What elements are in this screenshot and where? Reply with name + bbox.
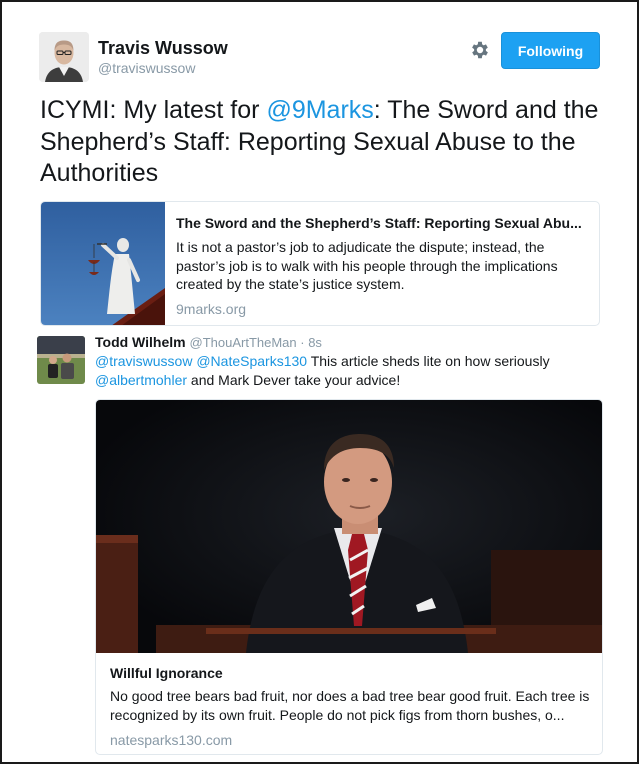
reply-author-name[interactable]: Todd Wilhelm [95, 334, 186, 350]
reply-text: @traviswussow @NateSparks130 This articl… [95, 352, 605, 390]
mention-9marks[interactable]: @9Marks [266, 96, 373, 124]
author-name[interactable]: Travis Wussow [98, 38, 228, 59]
author-handle[interactable]: @traviswussow [98, 60, 195, 76]
card-body: The Sword and the Shepherd’s Staff: Repo… [176, 214, 588, 317]
reply-author-handle[interactable]: @ThouArtTheMan [190, 335, 297, 350]
tweet-text: ICYMI: My latest for @9Marks: The Sword … [40, 95, 610, 190]
reply-separator: · [296, 335, 309, 350]
card-title[interactable]: The Sword and the Shepherd’s Staff: Repo… [176, 215, 588, 231]
mention-natesparks130[interactable]: @NateSparks130 [196, 353, 307, 369]
link-card-article[interactable]: The Sword and the Shepherd’s Staff: Repo… [40, 201, 600, 326]
card-description: It is not a pastor’s job to adjudicate t… [176, 239, 558, 292]
gear-icon[interactable] [469, 39, 491, 61]
mention-traviswussow[interactable]: @traviswussow [95, 353, 192, 369]
mention-albertmohler[interactable]: @albertmohler [95, 372, 187, 388]
tweet-embed: Travis Wussow @traviswussow Following IC… [0, 0, 639, 764]
reply-text-part1: This article sheds lite on how seriously [307, 353, 550, 369]
card-body: Willful Ignorance No good tree bears bad… [110, 665, 592, 748]
card-image-speaker[interactable] [96, 400, 602, 653]
reply-text-part2: and Mark Dever take your advice! [187, 372, 401, 388]
card-title[interactable]: Willful Ignorance [110, 665, 592, 681]
card-description: No good tree bears bad fruit, nor does a… [110, 688, 590, 723]
card-domain[interactable]: natesparks130.com [110, 732, 592, 748]
reply-header: Todd Wilhelm @ThouArtTheMan · 8s [95, 334, 322, 350]
card-thumbnail-justice-statue[interactable] [41, 202, 165, 325]
reply-avatar[interactable] [37, 336, 85, 384]
reply-timestamp[interactable]: 8s [308, 335, 322, 350]
following-button[interactable]: Following [501, 32, 600, 69]
card-domain[interactable]: 9marks.org [176, 301, 588, 317]
author-avatar[interactable] [39, 32, 89, 82]
tweet-text-prefix: ICYMI: My latest for [40, 96, 267, 124]
link-card-willful-ignorance[interactable]: Willful Ignorance No good tree bears bad… [95, 399, 603, 755]
